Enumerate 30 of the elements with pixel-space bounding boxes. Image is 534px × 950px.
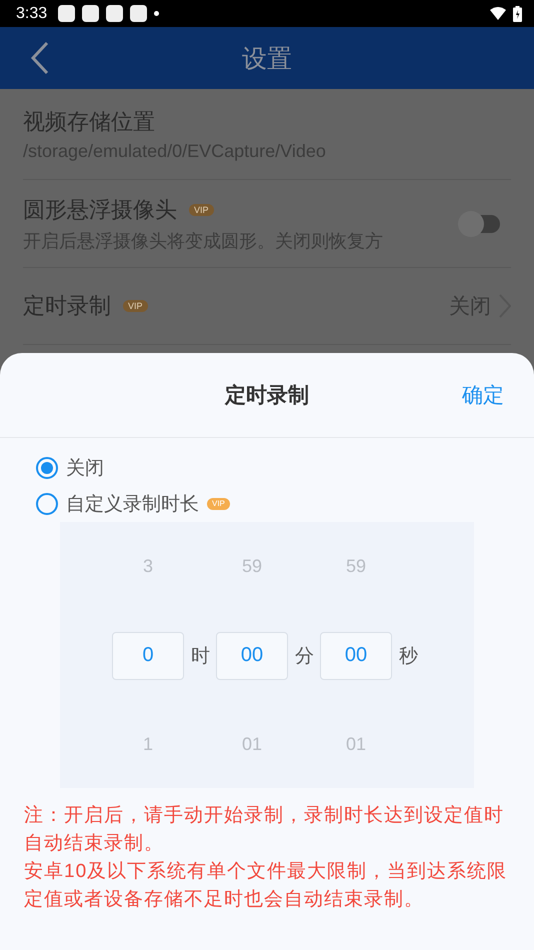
page-title: 设置 xyxy=(242,44,292,74)
dot-icon xyxy=(154,11,160,16)
notification-icon xyxy=(82,5,100,22)
setting-title: 圆形悬浮摄像头 xyxy=(23,196,177,224)
picker-value[interactable]: 0 xyxy=(112,632,184,680)
picker-value[interactable]: 00 xyxy=(320,632,392,680)
radio-button[interactable] xyxy=(36,493,58,515)
unit-label: 分 xyxy=(294,644,315,668)
note-text: 注：开启后，请手动开始录制，录制时长达到设定值时自动结束录制。 xyxy=(24,804,505,856)
notification-icon xyxy=(106,5,124,22)
option-label[interactable]: 自定义录制时长 xyxy=(66,491,199,517)
picker-value[interactable]: 00 xyxy=(216,632,288,680)
option-label[interactable]: 关闭 xyxy=(66,455,104,481)
back-icon[interactable] xyxy=(30,41,50,75)
unit-label: 秒 xyxy=(398,644,419,668)
vip-badge: VIP xyxy=(189,204,214,216)
radio-button[interactable] xyxy=(36,457,58,479)
sheet-title: 定时录制 xyxy=(225,382,309,409)
wifi-icon xyxy=(490,7,506,20)
unit-label: 时 xyxy=(190,644,211,668)
note-text: 安卓10及以下系统有单个文件最大限制，当到达系统限定值或者设备存储不足时也会自动结束录制。 xyxy=(24,860,508,912)
setting-title: 定时录制 xyxy=(23,292,111,320)
confirm-button[interactable]: 确定 xyxy=(462,381,504,409)
vip-badge: VIP xyxy=(123,300,148,312)
status-time: 3:33 xyxy=(16,4,48,22)
setting-title: 视频存储位置 xyxy=(23,108,155,136)
battery-icon xyxy=(513,6,522,22)
vip-badge: VIP xyxy=(207,498,230,510)
notification-icon xyxy=(130,5,148,22)
notification-icon xyxy=(58,5,76,22)
